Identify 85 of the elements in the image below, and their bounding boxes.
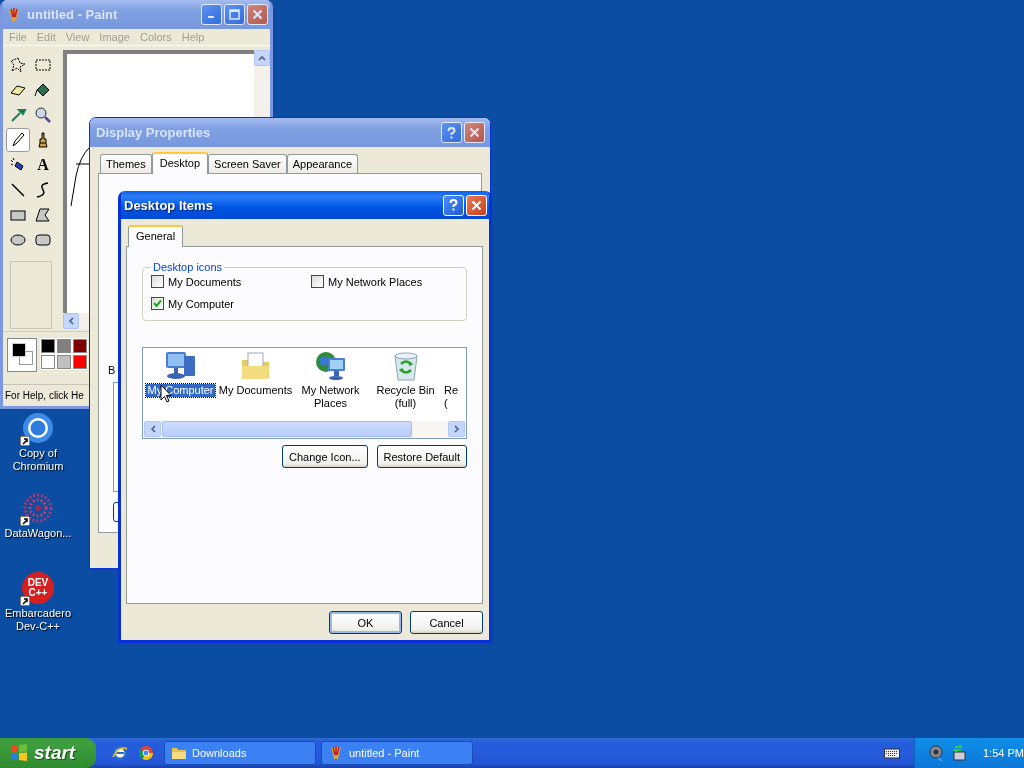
checkbox-option[interactable]: My Documents xyxy=(151,275,311,288)
ellipse-icon xyxy=(9,231,27,249)
dialog-button[interactable]: Restore Default xyxy=(376,445,467,468)
shortcut-arrow-icon xyxy=(20,436,30,446)
devcpp-logo[interactable]: DEV C++ xyxy=(22,572,54,604)
clock[interactable]: 1:54 PM xyxy=(983,747,1024,759)
line-icon xyxy=(9,181,27,199)
network-computer-icon[interactable] xyxy=(951,745,967,761)
molecule-icon[interactable] xyxy=(22,492,54,524)
scroll-up-button[interactable] xyxy=(254,50,270,66)
horizontal-scrollbar[interactable] xyxy=(143,421,466,438)
taskbar-button[interactable]: Downloads xyxy=(164,741,316,765)
dialog-button[interactable]: Change Icon... xyxy=(282,445,368,468)
shortcut-arrow-icon xyxy=(20,596,30,606)
chrome-icon[interactable] xyxy=(138,745,154,761)
desktop-icon-label[interactable]: Embarcadero Dev-C++ xyxy=(0,607,76,633)
dialog-button[interactable]: Cancel xyxy=(410,611,483,634)
checkbox[interactable] xyxy=(311,275,324,288)
icon-list[interactable]: My Computer My Documents My Network Places Recycle Bin (full) Re ( xyxy=(142,347,467,439)
tab[interactable]: Desktop xyxy=(151,152,209,174)
polygon-icon xyxy=(34,206,52,224)
checkbox[interactable] xyxy=(151,297,164,310)
pencil-tool[interactable] xyxy=(6,128,30,152)
picker-icon xyxy=(9,106,27,124)
color-swatch[interactable] xyxy=(40,338,56,354)
keyboard-icon[interactable] xyxy=(884,747,900,759)
rounded-rect-icon xyxy=(34,231,52,249)
window-title: Display Properties xyxy=(96,125,212,140)
text-tool[interactable]: A xyxy=(31,153,55,177)
folder-icon xyxy=(171,746,187,760)
magnifier-icon xyxy=(34,106,52,124)
checkbox-option[interactable]: My Network Places xyxy=(311,275,458,288)
globe-computer-icon[interactable] xyxy=(313,350,348,382)
icon-label[interactable]: Recycle Bin (full) xyxy=(375,384,436,410)
current-colors[interactable] xyxy=(7,338,37,372)
field-label: B xyxy=(108,364,116,376)
color-swatch[interactable] xyxy=(56,354,72,370)
free-select-icon xyxy=(9,56,27,74)
color-swatch[interactable] xyxy=(72,354,88,370)
color-swatch[interactable] xyxy=(72,338,88,354)
close-icon xyxy=(471,199,482,211)
paint-icon xyxy=(328,745,344,761)
icon-label[interactable]: My Network Places xyxy=(300,384,361,410)
help-icon xyxy=(449,199,458,211)
status-text: For Help, click He xyxy=(5,390,84,401)
tab[interactable]: General xyxy=(128,225,184,247)
close-icon xyxy=(252,9,263,20)
tab[interactable]: Themes xyxy=(100,154,152,173)
shortcut-arrow-icon xyxy=(20,516,30,526)
canvas-drawing xyxy=(70,146,92,208)
dialog-button[interactable]: OK xyxy=(329,611,402,634)
chromium-icon[interactable] xyxy=(22,412,54,444)
start-button[interactable]: start xyxy=(0,738,96,768)
window-title: Desktop Items xyxy=(124,197,214,213)
scroll-left-button[interactable] xyxy=(144,421,161,437)
tool-options-box xyxy=(10,261,52,329)
color-swatch[interactable] xyxy=(40,354,56,370)
window-title: untitled - Paint xyxy=(27,7,119,22)
close-button[interactable] xyxy=(466,194,487,216)
taskbar-button[interactable]: untitled - Paint xyxy=(321,741,473,765)
desktop-icon-label[interactable]: Copy of Chromium xyxy=(0,447,76,473)
group-title: Desktop icons xyxy=(152,261,224,273)
maximize-icon xyxy=(229,9,240,20)
checkbox[interactable] xyxy=(151,275,164,288)
speaker-icon[interactable] xyxy=(929,745,945,761)
paint-icon xyxy=(6,6,22,23)
desktop-icon-label[interactable]: DataWagon... xyxy=(2,527,74,540)
pencil-icon xyxy=(9,131,27,149)
fill-icon xyxy=(34,81,52,99)
close-icon xyxy=(469,127,480,138)
help-icon xyxy=(447,126,456,139)
browser-e-icon[interactable] xyxy=(112,745,128,761)
checkbox-option[interactable]: My Computer xyxy=(151,297,311,310)
icon-label[interactable]: Re ( xyxy=(443,384,460,410)
windows-logo-icon xyxy=(9,743,29,763)
icon-label[interactable]: My Documents xyxy=(217,384,294,397)
scroll-right-button[interactable] xyxy=(448,421,465,437)
computer-icon[interactable] xyxy=(163,350,198,382)
scroll-thumb[interactable] xyxy=(162,421,412,437)
color-swatch[interactable] xyxy=(56,338,72,354)
help-button[interactable] xyxy=(443,194,464,216)
rect-select-icon xyxy=(34,56,52,74)
tab[interactable]: Appearance xyxy=(286,154,359,173)
tab[interactable]: Screen Saver xyxy=(208,154,287,173)
scroll-left-button[interactable] xyxy=(63,313,79,329)
